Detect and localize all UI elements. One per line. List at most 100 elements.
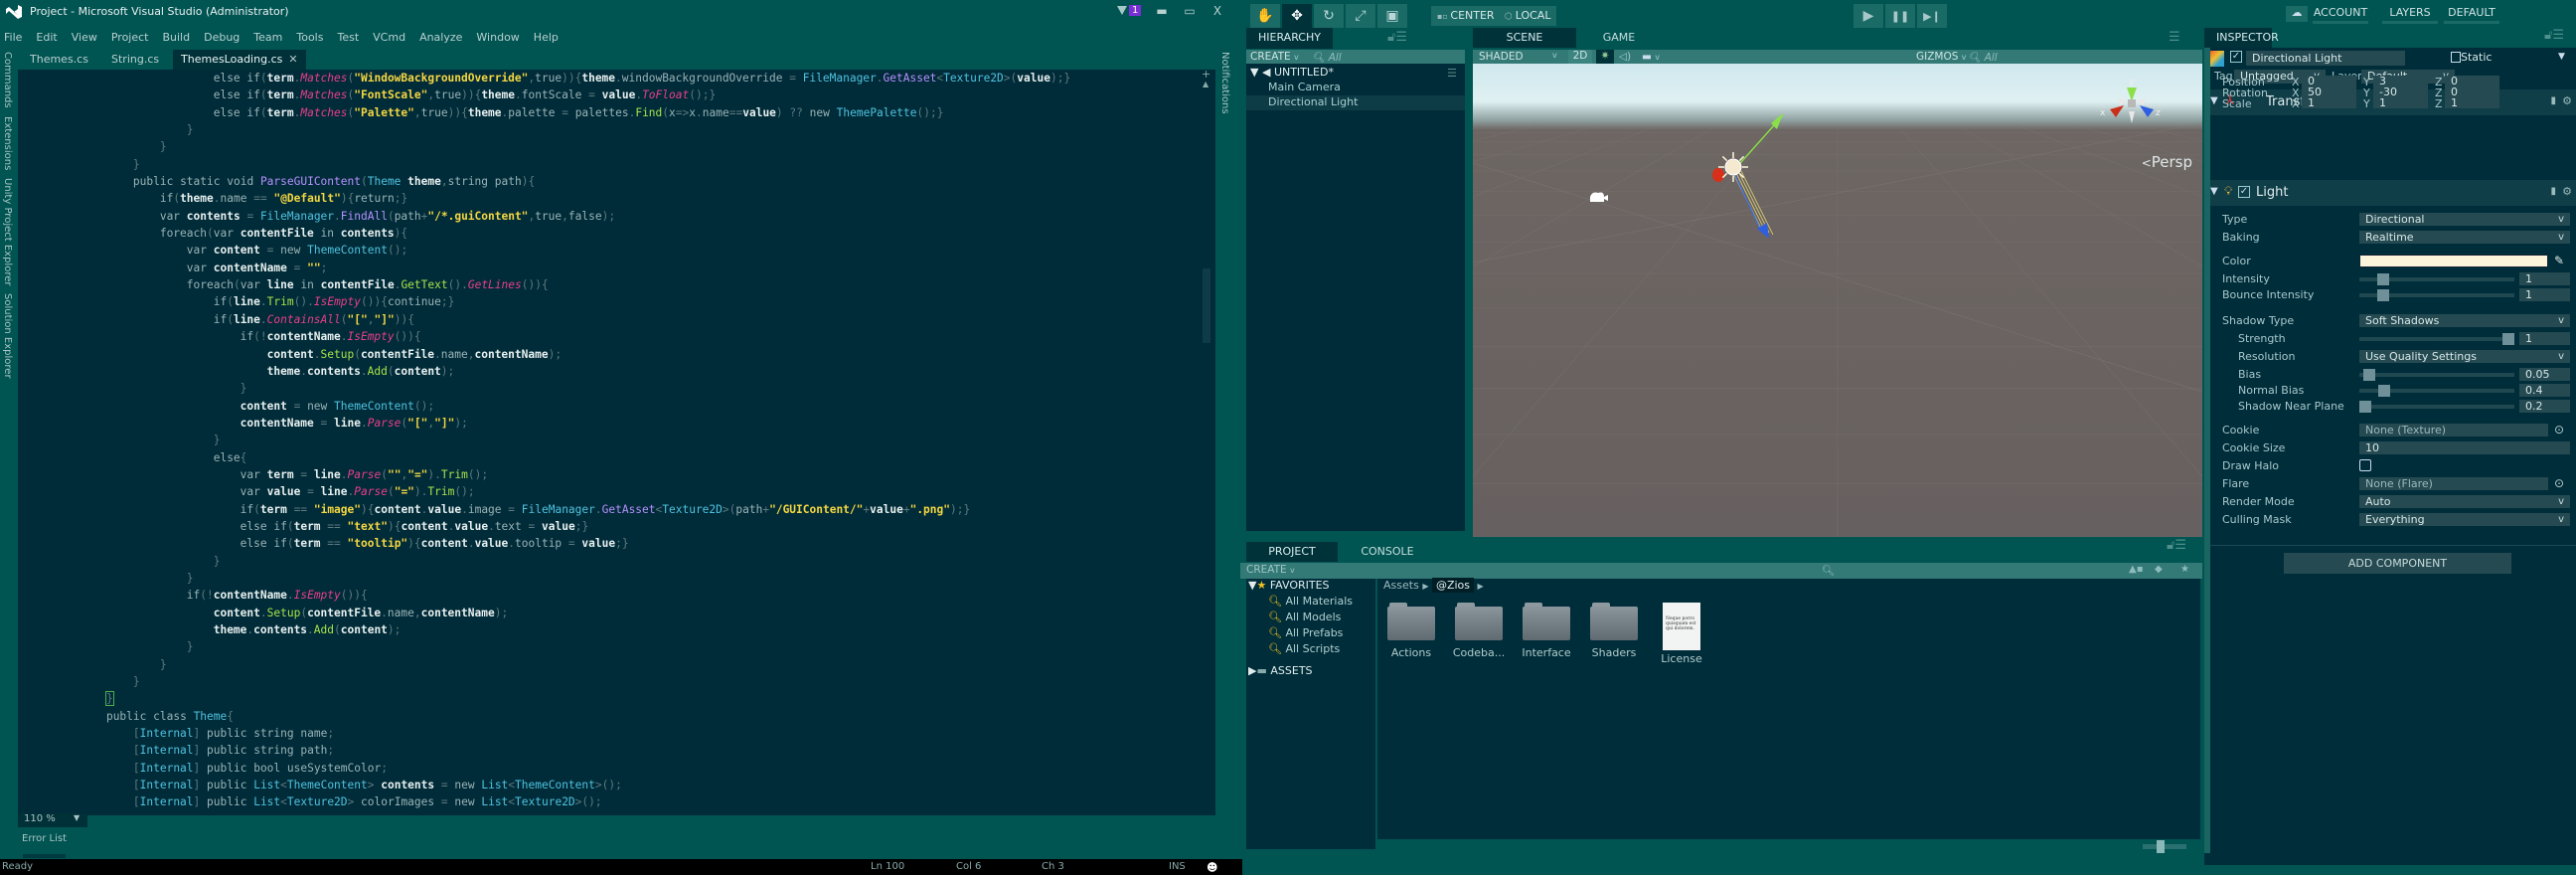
- asset-item[interactable]: Interface: [1517, 603, 1576, 659]
- rail-tab-unity-project-explorer[interactable]: Unity Project Explorer: [0, 174, 15, 289]
- favorite-item[interactable]: 🔍︎ All Prefabs: [1268, 626, 1343, 639]
- code-line[interactable]: if(theme.name == "@Default"){return;}: [18, 190, 1070, 207]
- type-dropdown[interactable]: Directional: [2359, 213, 2570, 226]
- resolution-dropdown[interactable]: Use Quality Settings: [2359, 350, 2570, 363]
- menu-debug[interactable]: Debug: [197, 29, 246, 46]
- rail-tab-solution-explorer[interactable]: Solution Explorer: [0, 289, 15, 383]
- transform-scale-x-input[interactable]: 1: [2302, 97, 2356, 108]
- mode-2d-toggle[interactable]: 2D: [1568, 50, 1592, 65]
- code-line[interactable]: }: [18, 156, 1070, 173]
- draw-halo-checkbox[interactable]: [2359, 459, 2371, 471]
- step-button[interactable]: ▶❙: [1917, 4, 1947, 28]
- move-tool-button[interactable]: ✥: [1282, 4, 1312, 28]
- code-line[interactable]: else{: [18, 449, 1070, 466]
- minimize-button[interactable]: ▬: [1151, 2, 1173, 20]
- audio-toggle-icon[interactable]: ◁): [1616, 51, 1634, 63]
- code-editor[interactable]: else if(term.Matches("WindowBackgroundOv…: [18, 70, 1207, 815]
- asset-item[interactable]: Actions: [1381, 603, 1441, 659]
- code-line[interactable]: var contents = FileManager.FindAll(path+…: [18, 208, 1070, 225]
- bounce-intensity-input[interactable]: 1: [2519, 288, 2570, 301]
- light-header[interactable]: ▼ 💡︎ ✓ Light ▮ ⚙: [2206, 180, 2576, 206]
- code-line[interactable]: if(!contentName.IsEmpty()){: [18, 587, 1070, 604]
- code-line[interactable]: }: [18, 673, 1070, 690]
- code-line[interactable]: }: [18, 690, 1070, 707]
- lighting-toggle-icon[interactable]: ✷: [1596, 50, 1614, 65]
- light-enabled-checkbox[interactable]: ✓: [2238, 186, 2250, 198]
- code-line[interactable]: content.Setup(contentFile.name,contentNa…: [18, 605, 1070, 621]
- scroll-up-icon[interactable]: ▲: [1203, 80, 1208, 88]
- code-line[interactable]: [Internal] public List<Texture2D> colorI…: [18, 793, 1070, 810]
- code-line[interactable]: }: [18, 656, 1070, 673]
- strength-slider[interactable]: [2359, 337, 2514, 341]
- menu-help[interactable]: Help: [527, 29, 565, 46]
- tab-game[interactable]: GAME: [1580, 28, 1658, 48]
- culling-mask-dropdown[interactable]: Everything: [2359, 513, 2570, 526]
- cookie-picker-icon[interactable]: ⊙: [2554, 423, 2564, 437]
- asset-item[interactable]: Shaders: [1584, 603, 1644, 659]
- hierarchy-item-directional-light[interactable]: Directional Light: [1246, 95, 1465, 110]
- transform-scale-y-input[interactable]: 1: [2373, 97, 2428, 108]
- hand-tool-button[interactable]: ✋: [1250, 4, 1280, 28]
- code-line[interactable]: [Internal] public string name;: [18, 725, 1070, 742]
- favorite-item[interactable]: 🔍︎ All Materials: [1268, 595, 1353, 608]
- inspector-scrollbar[interactable]: [2204, 48, 2210, 853]
- tab-console[interactable]: CONSOLE: [1342, 542, 1433, 562]
- code-line[interactable]: else if(term == "text"){content.value.te…: [18, 518, 1070, 535]
- code-line[interactable]: else if(term.Matches("FontScale",true)){…: [18, 87, 1070, 103]
- zoom-level-dropdown[interactable]: 110 % ▼: [18, 813, 87, 827]
- code-line[interactable]: }: [18, 138, 1070, 155]
- breadcrumb-zios[interactable]: @Zios: [1431, 578, 1475, 593]
- intensity-slider-thumb[interactable]: [2377, 273, 2389, 285]
- account-dropdown[interactable]: ACCOUNT: [2313, 6, 2368, 24]
- code-line[interactable]: if(line.Trim().IsEmpty()){continue;}: [18, 293, 1070, 310]
- menu-analyze[interactable]: Analyze: [412, 29, 469, 46]
- pause-button[interactable]: ❚❚: [1885, 4, 1915, 28]
- tab-scene[interactable]: SCENE: [1473, 28, 1576, 48]
- icon-size-slider-thumb[interactable]: [2157, 840, 2165, 853]
- strength-slider-thumb[interactable]: [2502, 333, 2514, 345]
- menu-vcmd[interactable]: VCmd: [366, 29, 412, 46]
- menu-file[interactable]: File: [0, 29, 29, 46]
- shadow-type-dropdown[interactable]: Soft Shadows: [2359, 314, 2570, 327]
- code-line[interactable]: [Internal] public string path;: [18, 742, 1070, 759]
- intensity-input[interactable]: 1: [2519, 272, 2570, 285]
- active-checkbox[interactable]: ✓: [2230, 51, 2242, 63]
- add-component-button[interactable]: ADD COMPONENT: [2284, 553, 2511, 574]
- editor-scrollbar[interactable]: + ▲: [1198, 68, 1215, 815]
- flare-object-field[interactable]: None (Flare): [2359, 477, 2548, 490]
- effects-toggle-icon[interactable]: ▬ v: [1642, 51, 1660, 63]
- menu-edit[interactable]: Edit: [29, 29, 64, 46]
- close-button[interactable]: X: [1207, 2, 1228, 20]
- bounce-intensity-slider-thumb[interactable]: [2377, 289, 2389, 301]
- inspector-lock-menu-icon[interactable]: 🔓︎☰: [2544, 28, 2564, 43]
- code-line[interactable]: }: [18, 380, 1070, 397]
- scene-canvas[interactable]: y x z: [1473, 64, 2202, 537]
- static-toggle[interactable]: Static: [2451, 51, 2492, 64]
- code-line[interactable]: if(!contentName.IsEmpty()){: [18, 328, 1070, 345]
- menu-project[interactable]: Project: [104, 29, 156, 46]
- tab-themesloading-cs[interactable]: ThemesLoading.cs ✕: [173, 50, 306, 70]
- code-line[interactable]: [Internal] public bool useSystemColor;: [18, 760, 1070, 777]
- code-content[interactable]: else if(term.Matches("WindowBackgroundOv…: [18, 70, 1070, 811]
- notifications-button[interactable]: 1: [1117, 3, 1142, 16]
- code-line[interactable]: public static void ParseGUIContent(Theme…: [18, 173, 1070, 190]
- tab-string-cs[interactable]: String.cs: [103, 50, 167, 70]
- tab-error-list[interactable]: Error List: [18, 831, 71, 846]
- scale-tool-button[interactable]: ⤢: [1346, 4, 1375, 28]
- bias-slider-thumb[interactable]: [2362, 369, 2375, 381]
- transform-scale-z-input[interactable]: 1: [2445, 97, 2499, 108]
- favorite-item[interactable]: 🔍︎ All Scripts: [1268, 642, 1340, 655]
- tab-themes-cs[interactable]: Themes.cs: [22, 50, 96, 70]
- close-tab-icon[interactable]: ✕: [288, 53, 297, 66]
- code-line[interactable]: foreach(var contentFile in contents){: [18, 225, 1070, 242]
- code-line[interactable]: }: [18, 638, 1070, 655]
- code-line[interactable]: var term = line.Parse("","=").Trim();: [18, 466, 1070, 483]
- cookie-size-input[interactable]: 10: [2359, 441, 2570, 454]
- breadcrumb-assets[interactable]: Assets: [1383, 579, 1419, 592]
- help-book-icon[interactable]: ▮: [2550, 186, 2556, 197]
- scene-menu-icon[interactable]: ☰: [2169, 30, 2180, 45]
- menu-icon[interactable]: ☰: [1447, 67, 1457, 80]
- normal-bias-input[interactable]: 0.4: [2519, 384, 2570, 397]
- color-swatch[interactable]: [2359, 255, 2548, 267]
- eyedropper-icon[interactable]: ✎: [2554, 254, 2564, 267]
